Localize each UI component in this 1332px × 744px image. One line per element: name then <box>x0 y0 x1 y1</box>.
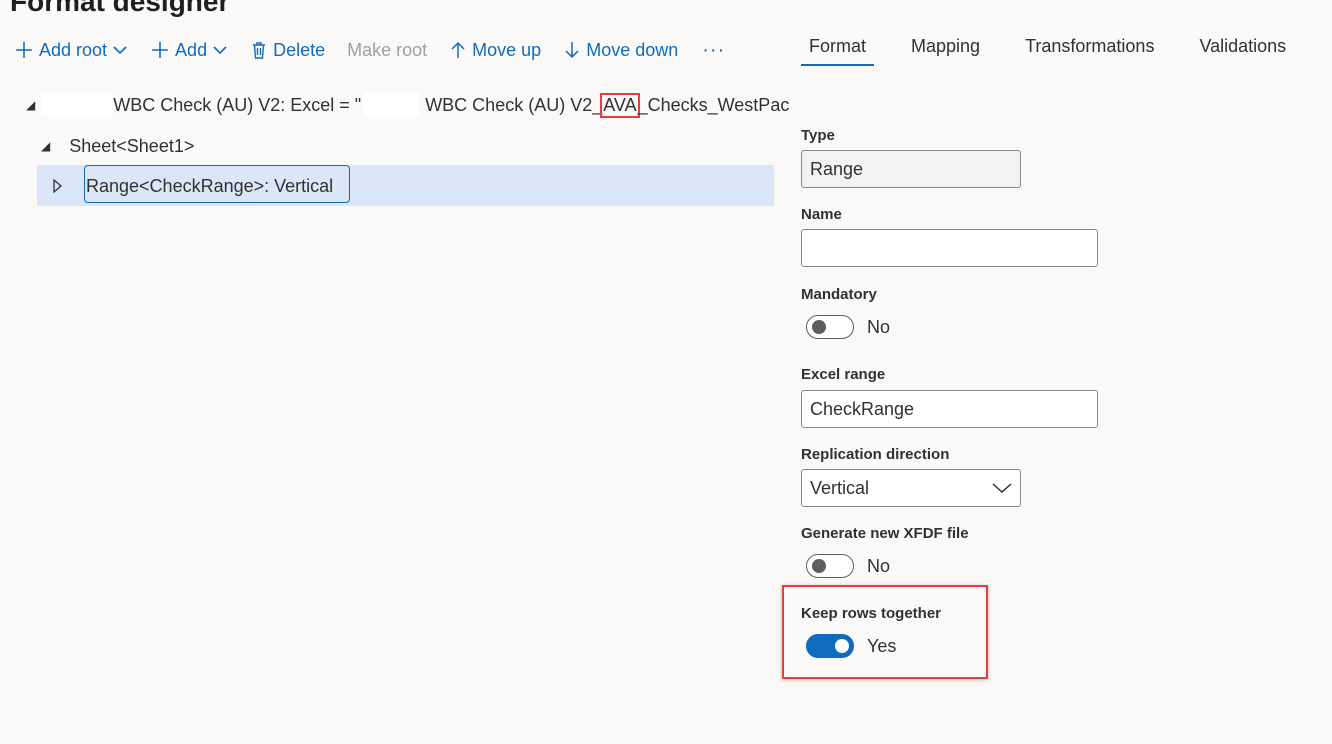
plus-icon <box>16 42 32 58</box>
type-field: Range <box>801 150 1021 188</box>
move-down-button[interactable]: Move down <box>563 40 678 61</box>
toolbar: Add root Add Delete Make root Move up Mo… <box>14 36 725 64</box>
keep-rows-together-toggle[interactable] <box>806 634 854 658</box>
generate-xfdf-toggle-row: No <box>806 554 890 578</box>
redacted-block <box>41 93 114 117</box>
add-label: Add <box>175 39 208 60</box>
toggle-knob <box>835 639 849 653</box>
redacted-block <box>363 93 420 117</box>
toggle-knob <box>812 320 826 334</box>
keep-rows-together-toggle-row: Yes <box>806 634 896 658</box>
generate-xfdf-toggle[interactable] <box>806 554 854 578</box>
generate-xfdf-state: No <box>867 555 891 576</box>
more-options-button[interactable]: ··· <box>702 39 725 62</box>
tab-transformations[interactable]: Transformations <box>1017 36 1162 57</box>
chevron-down-icon <box>213 46 227 55</box>
replication-direction-value: Vertical <box>810 477 870 498</box>
tree-node-sheet[interactable]: ◢ Sheet<Sheet1> <box>41 126 194 166</box>
mandatory-state: No <box>867 316 891 337</box>
page-title: Format designer <box>10 0 230 17</box>
arrow-down-icon <box>565 42 579 59</box>
tab-bar: Format Mapping Transformations Validatio… <box>801 36 1323 66</box>
tree-node-range[interactable]: Range<CheckRange>: Vertical <box>52 166 333 206</box>
name-label: Name <box>801 206 842 223</box>
plus-icon <box>152 42 169 58</box>
tab-validations[interactable]: Validations <box>1191 36 1294 57</box>
tab-mapping[interactable]: Mapping <box>903 36 988 57</box>
chevron-down-icon <box>113 46 127 55</box>
move-down-label: Move down <box>586 39 679 60</box>
root-text-b: WBC Check (AU) V2_ <box>425 94 603 115</box>
toggle-knob <box>812 559 826 573</box>
collapse-caret-icon: ◢ <box>41 139 51 153</box>
replication-direction-label: Replication direction <box>801 446 950 463</box>
name-field[interactable] <box>801 229 1098 267</box>
keep-rows-together-state: Yes <box>867 635 897 656</box>
tab-format[interactable]: Format <box>801 36 875 66</box>
collapse-caret-icon: ◢ <box>26 98 36 112</box>
range-label: Range<CheckRange>: Vertical <box>86 175 334 196</box>
mandatory-toggle[interactable] <box>806 315 854 339</box>
expand-caret-icon[interactable] <box>52 178 64 194</box>
make-root-button[interactable]: Make root <box>347 40 427 61</box>
root-text-c: _Checks_WestPac <box>637 94 790 115</box>
excel-range-field[interactable]: CheckRange <box>801 390 1098 428</box>
move-up-button[interactable]: Move up <box>449 40 541 61</box>
trash-icon <box>253 42 266 59</box>
highlight-frame <box>782 585 988 679</box>
highlighted-text: AVA <box>600 92 640 118</box>
add-root-label: Add root <box>39 39 108 60</box>
mandatory-toggle-row: No <box>806 315 890 339</box>
tree-node-root[interactable]: ◢ WBC Check (AU) V2: Excel = " WBC Check… <box>26 85 789 125</box>
replication-direction-select[interactable]: Vertical <box>801 469 1021 507</box>
add-root-button[interactable]: Add root <box>14 40 128 61</box>
excel-range-label: Excel range <box>801 366 886 383</box>
chevron-down-icon <box>992 483 1012 494</box>
delete-button[interactable]: Delete <box>250 40 325 61</box>
move-up-label: Move up <box>472 39 542 60</box>
add-button[interactable]: Add <box>150 40 228 61</box>
root-text-a: WBC Check (AU) V2: Excel = " <box>113 94 362 115</box>
mandatory-label: Mandatory <box>801 286 877 303</box>
arrow-up-icon <box>451 41 465 58</box>
keep-rows-together-label: Keep rows together <box>801 605 942 622</box>
make-root-label: Make root <box>347 39 428 60</box>
generate-xfdf-label: Generate new XFDF file <box>801 525 969 542</box>
type-label: Type <box>801 127 835 144</box>
delete-label: Delete <box>273 39 326 60</box>
sheet-label: Sheet<Sheet1> <box>69 135 195 156</box>
